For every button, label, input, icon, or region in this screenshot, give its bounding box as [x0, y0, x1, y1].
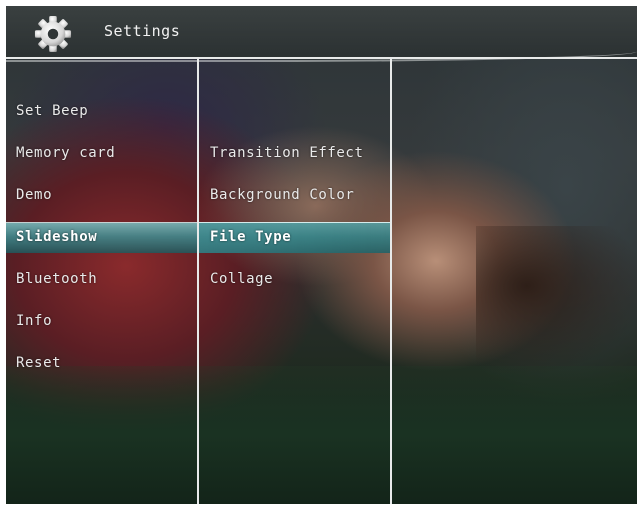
menu-item-slideshow[interactable]: Slideshow: [16, 222, 194, 252]
submenu-item-transition-effect[interactable]: Transition Effect: [210, 138, 388, 168]
photo-frame-screen: Settings Set Beep Memory card Demo Slide…: [6, 6, 637, 504]
menu-item-reset[interactable]: Reset: [16, 348, 194, 378]
submenu-item-collage[interactable]: Collage: [210, 264, 388, 294]
background-photo-grass: [6, 366, 637, 504]
background-photo-detail: [476, 226, 637, 376]
submenu-item-file-type[interactable]: File Type: [210, 222, 388, 252]
menu-item-set-beep[interactable]: Set Beep: [16, 96, 194, 126]
header-bar: Settings: [6, 6, 637, 62]
header-divider: [6, 57, 637, 59]
menu-item-demo[interactable]: Demo: [16, 180, 194, 210]
menu-item-info[interactable]: Info: [16, 306, 194, 336]
page-title: Settings: [104, 22, 181, 40]
menu-item-bluetooth[interactable]: Bluetooth: [16, 264, 194, 294]
menu-item-memory-card[interactable]: Memory card: [16, 138, 194, 168]
gear-icon: [34, 15, 72, 53]
column-divider-2: [390, 58, 392, 504]
column-divider-1: [197, 58, 199, 504]
submenu-item-background-color[interactable]: Background Color: [210, 180, 388, 210]
